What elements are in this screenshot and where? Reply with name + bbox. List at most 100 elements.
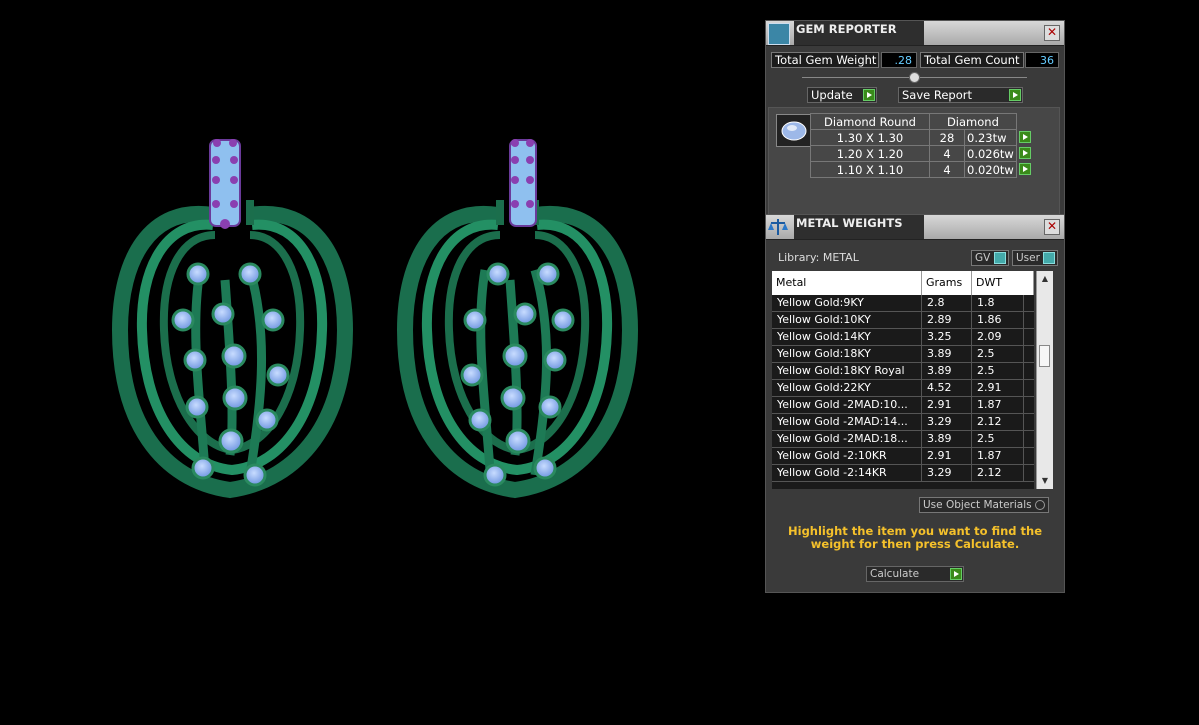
user-toggle-label: User	[1016, 252, 1040, 264]
cell-grams: 3.29	[922, 414, 972, 430]
cell-metal: Yellow Gold -2MAD:10...	[772, 397, 922, 413]
scroll-down-icon[interactable]: ▼	[1037, 473, 1053, 489]
library-label: Library: METAL	[778, 251, 859, 264]
gem-size: 1.20 X 1.20	[810, 145, 930, 162]
cell-grams: 2.91	[922, 448, 972, 464]
cell-grams: 2.89	[922, 312, 972, 328]
splitter-knob[interactable]	[909, 72, 920, 83]
cell-metal: Yellow Gold -2:10KR	[772, 448, 922, 464]
cell-metal: Yellow Gold -2MAD:18...	[772, 431, 922, 447]
cell-dwt: 2.12	[972, 414, 1024, 430]
gem-table-header-shape: Diamond Round	[810, 113, 930, 130]
metal-table-scrollbar[interactable]: ▲ ▼	[1036, 271, 1053, 489]
cell-metal: Yellow Gold:18KY Royal	[772, 363, 922, 379]
cell-dwt: 2.5	[972, 346, 1024, 362]
table-row[interactable]: Yellow Gold -2:10KR 2.91 1.87	[772, 448, 1034, 465]
toggle-switch-icon	[1043, 252, 1055, 264]
gem-report-icon	[768, 23, 790, 45]
gem-table-header: Diamond Round Diamond	[810, 113, 1017, 130]
close-icon[interactable]: ✕	[1044, 25, 1060, 41]
table-row[interactable]: Yellow Gold:18KY Royal 3.89 2.5	[772, 363, 1034, 380]
gem-weight: 0.020tw	[964, 161, 1017, 178]
scale-icon	[768, 217, 788, 237]
gem-count: 4	[929, 161, 965, 178]
calculate-button[interactable]: Calculate	[866, 566, 964, 582]
cell-metal: Yellow Gold:18KY	[772, 346, 922, 362]
play-arrow-icon	[1019, 147, 1031, 159]
gem-count: 28	[929, 129, 965, 146]
use-object-materials-toggle[interactable]: Use Object Materials	[919, 497, 1049, 513]
metal-table-header: Metal Grams DWT	[772, 271, 1034, 295]
cell-dwt: 1.87	[972, 448, 1024, 464]
cell-grams: 3.29	[922, 465, 972, 481]
total-gem-count-label: Total Gem Count	[920, 52, 1024, 68]
cell-metal: Yellow Gold:22KY	[772, 380, 922, 396]
cell-grams: 3.89	[922, 346, 972, 362]
gem-row-select-button[interactable]	[1016, 130, 1032, 146]
metal-weights-titlebar[interactable]: METAL WEIGHTS ✕	[766, 215, 1064, 240]
column-header-metal[interactable]: Metal	[772, 271, 922, 295]
gem-table-row[interactable]: 1.10 X 1.10 4 0.020tw	[810, 161, 1017, 178]
cell-dwt: 1.86	[972, 312, 1024, 328]
cell-grams: 4.52	[922, 380, 972, 396]
table-row[interactable]: Yellow Gold -2MAD:18... 3.89 2.5	[772, 431, 1034, 448]
gem-row-select-button[interactable]	[1016, 162, 1032, 178]
earring-right	[396, 139, 639, 499]
cell-dwt: 2.91	[972, 380, 1024, 396]
update-button[interactable]: Update	[807, 87, 877, 103]
table-row[interactable]: Yellow Gold:10KY 2.89 1.86	[772, 312, 1034, 329]
gem-count: 4	[929, 145, 965, 162]
table-row[interactable]: Yellow Gold -2MAD:14... 3.29 2.12	[772, 414, 1034, 431]
metal-weights-window: METAL WEIGHTS ✕ Library: METAL GV User M…	[765, 214, 1065, 593]
gem-table-row[interactable]: 1.30 X 1.30 28 0.23tw	[810, 129, 1017, 146]
cell-metal: Yellow Gold -2:14KR	[772, 465, 922, 481]
metal-table: Metal Grams DWT Yellow Gold:9KY 2.8 1.8 Yel…	[772, 271, 1034, 489]
gv-toggle[interactable]: GV	[971, 250, 1009, 266]
scroll-thumb[interactable]	[1039, 345, 1050, 367]
3d-viewport[interactable]	[0, 0, 760, 722]
table-row[interactable]: Yellow Gold:9KY 2.8 1.8	[772, 295, 1034, 312]
column-header-dwt[interactable]: DWT	[972, 271, 1034, 295]
gem-table-row[interactable]: 1.20 X 1.20 4 0.026tw	[810, 145, 1017, 162]
gem-table-header-stone: Diamond	[929, 113, 1017, 130]
table-row[interactable]: Yellow Gold:18KY 3.89 2.5	[772, 346, 1034, 363]
gem-size: 1.10 X 1.10	[810, 161, 930, 178]
gem-size: 1.30 X 1.30	[810, 129, 930, 146]
gem-row-select-button[interactable]	[1016, 146, 1032, 162]
gem-reporter-panel: GEM REPORTER ✕ Total Gem Weight .28 Tota…	[765, 20, 1065, 216]
cell-dwt: 2.5	[972, 363, 1024, 379]
cell-metal: Yellow Gold -2MAD:14...	[772, 414, 922, 430]
cell-metal: Yellow Gold:14KY	[772, 329, 922, 345]
cell-dwt: 2.5	[972, 431, 1024, 447]
close-icon[interactable]: ✕	[1044, 219, 1060, 235]
table-row[interactable]: Yellow Gold -2:14KR 3.29 2.12	[772, 465, 1034, 482]
gem-table: Diamond Round Diamond 1.30 X 1.30 28 0.2…	[810, 113, 1017, 178]
user-toggle[interactable]: User	[1012, 250, 1058, 266]
calculate-button-label: Calculate	[870, 568, 920, 580]
table-row[interactable]: Yellow Gold:22KY 4.52 2.91	[772, 380, 1034, 397]
save-report-button[interactable]: Save Report	[898, 87, 1023, 103]
diamond-shape-icon	[781, 121, 807, 141]
gem-reporter-titlebar[interactable]: GEM REPORTER ✕	[766, 21, 1064, 46]
play-arrow-icon	[1009, 89, 1021, 101]
table-row[interactable]: Yellow Gold -2MAD:10... 2.91 1.87	[772, 397, 1034, 414]
cell-dwt: 1.8	[972, 295, 1024, 311]
cell-metal: Yellow Gold:9KY	[772, 295, 922, 311]
scroll-up-icon[interactable]: ▲	[1037, 271, 1053, 287]
metal-weights-title: METAL WEIGHTS	[794, 215, 924, 239]
cell-dwt: 1.87	[972, 397, 1024, 413]
cell-grams: 3.89	[922, 363, 972, 379]
gem-reporter-title: GEM REPORTER	[794, 21, 924, 45]
radio-icon	[1035, 500, 1045, 510]
save-report-button-label: Save Report	[902, 88, 973, 102]
toggle-switch-icon	[994, 252, 1006, 264]
column-header-grams[interactable]: Grams	[922, 271, 972, 295]
cell-dwt: 2.12	[972, 465, 1024, 481]
calculate-instructions: Highlight the item you want to find the …	[788, 524, 1042, 551]
table-row[interactable]: Yellow Gold:14KY 3.25 2.09	[772, 329, 1034, 346]
earring-render	[111, 139, 639, 499]
total-gem-count-value: 36	[1025, 52, 1059, 68]
diamond-round-thumbnail[interactable]	[776, 114, 811, 147]
gem-weight: 0.23tw	[964, 129, 1017, 146]
cell-grams: 3.89	[922, 431, 972, 447]
